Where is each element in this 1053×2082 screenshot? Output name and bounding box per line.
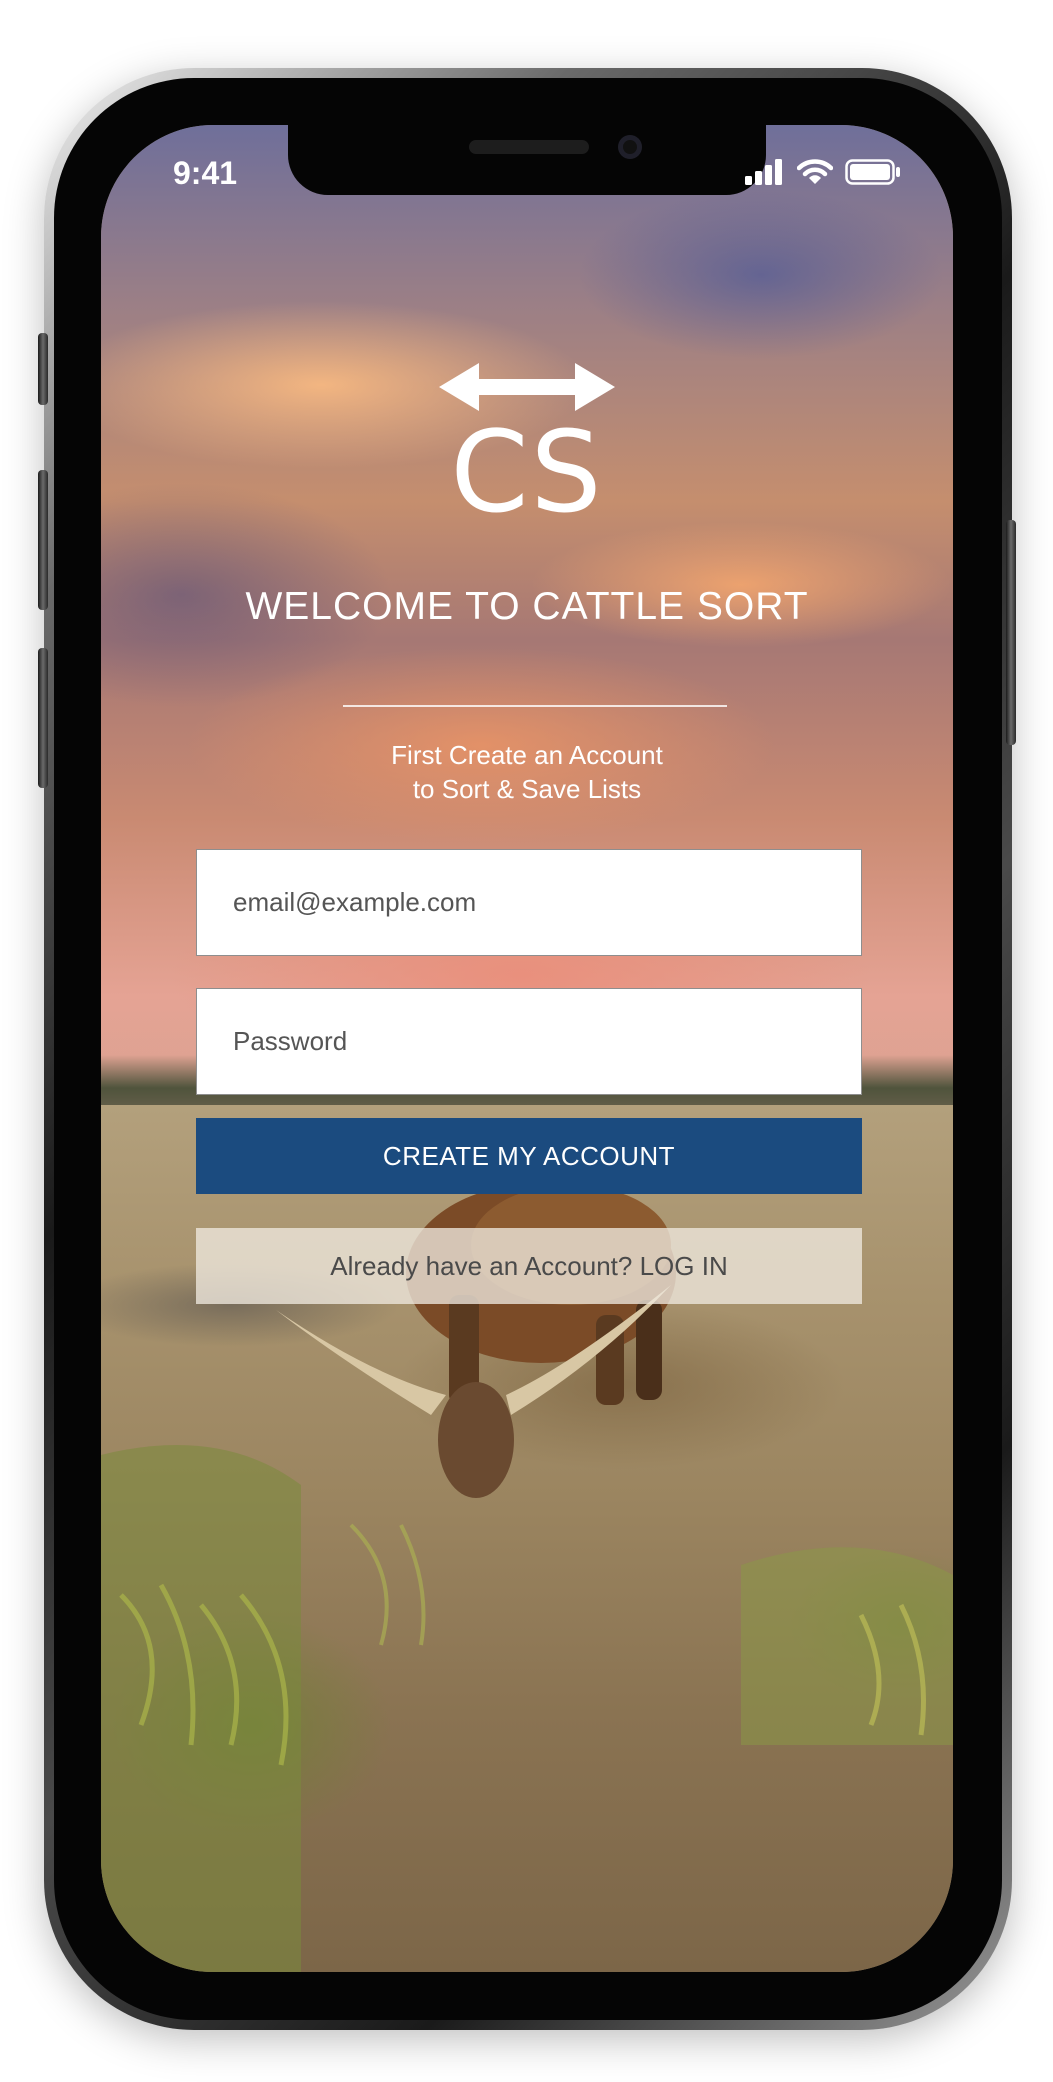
create-account-button[interactable]: CREATE MY ACCOUNT [196,1118,862,1194]
email-field[interactable] [196,849,862,956]
password-field[interactable] [196,988,862,1095]
login-link-button[interactable]: Already have an Account? LOG IN [196,1228,862,1304]
power-button [1006,520,1016,745]
logo-text: CS [450,408,604,538]
welcome-title: WELCOME TO CATTLE SORT [245,585,809,628]
device-notch [288,125,766,195]
volume-down-button [38,648,48,788]
speaker-grille [469,140,589,154]
front-camera [618,135,642,159]
volume-up-button [38,470,48,610]
status-icons [745,159,901,185]
silent-switch [38,333,48,405]
subtitle-line-1: First Create an Account [391,740,663,770]
divider [343,705,727,707]
subtitle: First Create an Account to Sort & Save L… [101,738,953,806]
app-screen: 9:41 CS WELCOME TO CATTLE SORT First Cre… [101,125,953,1972]
double-arrow-icon [439,363,615,411]
wifi-icon [797,159,833,184]
subtitle-line-2: to Sort & Save Lists [412,774,642,804]
battery-icon [845,159,900,185]
status-time: 9:41 [173,155,238,191]
signal-icon [745,159,782,185]
